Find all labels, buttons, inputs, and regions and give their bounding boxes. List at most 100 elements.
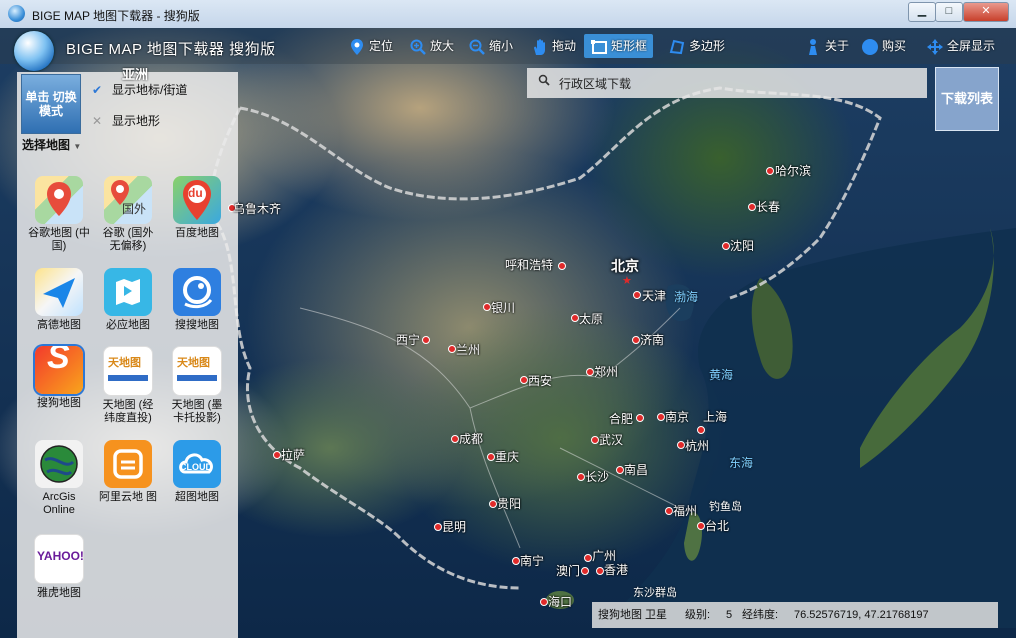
cross-icon: ✕: [92, 114, 103, 128]
sea-label: 东海: [729, 456, 754, 470]
tool-zoom-in[interactable]: 放大: [409, 34, 454, 58]
map-google-foreign[interactable]: 国外 谷歌 (国外 无偏移): [97, 176, 159, 253]
city-label: 拉萨: [281, 448, 306, 462]
city-label: 福州: [673, 504, 698, 518]
baidu-map-icon: du: [173, 176, 221, 224]
show-markers-checkbox[interactable]: ✔ 显示地标/街道: [92, 81, 187, 98]
city-label: 昆明: [442, 520, 467, 534]
city-label: 香港: [604, 563, 629, 577]
download-list-button[interactable]: 下载列表: [935, 67, 999, 131]
yahoo-maps-icon: YAHOO!: [34, 534, 84, 584]
sea-label: 黄海: [709, 368, 734, 382]
city-label: 哈尔滨: [775, 164, 812, 178]
sea-label: 钓鱼岛: [709, 501, 742, 513]
capital-star-icon: ★: [622, 275, 632, 287]
google-maps-icon: [35, 176, 83, 224]
map-soso[interactable]: 搜搜地图: [166, 268, 228, 332]
city-label: 长沙: [585, 470, 610, 484]
close-button[interactable]: ✕: [963, 2, 1009, 22]
map-amap[interactable]: 高德地图: [28, 268, 90, 332]
amap-icon: [35, 268, 83, 316]
tool-buy[interactable]: 购买: [861, 34, 906, 58]
map-arcgis[interactable]: ArcGis Online: [28, 440, 90, 517]
app-globe-icon: [8, 5, 25, 22]
location-pin-icon: [351, 38, 363, 55]
window-titlebar: BIGE MAP 地图下载器 - 搜狗版 ▁ □ ✕: [0, 0, 1016, 29]
tool-about[interactable]: 关于: [804, 34, 849, 58]
about-icon: [809, 38, 817, 55]
city-label: 上海: [703, 410, 728, 424]
sea-label: 东沙群岛: [633, 587, 677, 599]
status-bar: 搜狗地图 卫星 级别: 5 经纬度: 76.52576719, 47.21768…: [592, 602, 998, 628]
capital-label: 北京: [611, 258, 639, 274]
region-download-label[interactable]: 行政区域下载: [559, 75, 631, 92]
map-tianditu-mercator[interactable]: 天地图 天地图 (墨 卡托投影): [166, 346, 228, 425]
status-coord-value: 76.52576719, 47.21768197: [794, 609, 929, 621]
tool-pan[interactable]: 拖动: [531, 34, 576, 58]
city-label: 郑州: [594, 365, 619, 379]
status-map-name: 搜狗地图 卫星: [598, 609, 668, 621]
city-label: 南宁: [520, 554, 545, 568]
minimize-button[interactable]: ▁: [908, 2, 936, 22]
rectangle-select-icon: [591, 39, 607, 54]
status-level-value: 5: [726, 609, 733, 621]
tool-fullscreen[interactable]: 全屏显示: [926, 34, 995, 58]
tool-locate[interactable]: 定位: [348, 34, 393, 58]
map-aliyun[interactable]: 阿里云地 图: [97, 440, 159, 504]
search-icon: [538, 74, 550, 86]
map-yahoo[interactable]: YAHOO! 雅虎地图: [28, 534, 90, 600]
city-label: 沈阳: [730, 239, 755, 253]
map-bing[interactable]: 必应地图: [97, 268, 159, 332]
map-sogou[interactable]: S 搜狗地图: [28, 346, 90, 410]
city-label: 济南: [640, 333, 665, 347]
hand-icon: [534, 39, 545, 55]
tool-rectangle[interactable]: 矩形框: [584, 34, 654, 58]
city-label: 南京: [665, 410, 690, 424]
bing-map-icon: [104, 268, 152, 316]
show-terrain-checkbox[interactable]: ✕ 显示地形: [92, 112, 160, 129]
chevron-down-icon: ▼: [73, 142, 82, 151]
app-title: BIGE MAP 地图下载器 搜狗版: [66, 41, 276, 58]
select-map-dropdown[interactable]: 选择地图 ▼: [22, 136, 81, 153]
city-label: 杭州: [685, 439, 710, 453]
switch-mode-button[interactable]: 单击 切换模式: [21, 74, 81, 134]
logo-globe-icon: [14, 31, 54, 71]
supermap-cloud-icon: CLOUD: [173, 440, 221, 488]
tool-polygon[interactable]: 多边形: [668, 34, 725, 58]
city-label: 合肥: [609, 412, 634, 426]
map-tianditu-latlng[interactable]: 天地图 天地图 (经 纬度直投): [97, 346, 159, 425]
city-label: 乌鲁木齐: [233, 202, 282, 216]
status-coord-label: 经纬度:: [742, 609, 779, 621]
map-baidu[interactable]: du 百度地图: [166, 176, 228, 240]
city-label: 兰州: [456, 343, 481, 357]
city-label: 太原: [579, 312, 604, 326]
tianditu-icon: 天地图: [103, 346, 153, 396]
zoom-out-icon: [469, 39, 485, 55]
city-label: 台北: [705, 519, 730, 533]
city-label: 天津: [642, 289, 667, 303]
city-label: 西宁: [396, 333, 421, 347]
maximize-button[interactable]: □: [935, 2, 963, 22]
map-google-china[interactable]: 谷歌地图 (中国): [28, 176, 90, 253]
city-label: 海口: [548, 595, 573, 609]
tianditu-mercator-icon: 天地图: [172, 346, 222, 396]
polygon-icon: [669, 39, 685, 54]
google-maps-foreign-icon: 国外: [104, 176, 152, 224]
buy-icon: [862, 38, 878, 55]
soso-map-icon: [173, 268, 221, 316]
city-label: 成都: [459, 432, 484, 446]
city-label: 西安: [528, 374, 553, 388]
zoom-in-icon: [410, 39, 426, 55]
city-label: 呼和浩特: [505, 258, 554, 272]
city-label: 银川: [491, 301, 516, 315]
aliyun-map-icon: [104, 440, 152, 488]
arcgis-globe-icon: [35, 440, 83, 488]
tool-zoom-out[interactable]: 缩小: [468, 34, 513, 58]
city-label: 重庆: [495, 450, 520, 464]
sea-label: 渤海: [674, 290, 699, 304]
map-supermap[interactable]: CLOUD 超图地图: [166, 440, 228, 504]
window-title: BIGE MAP 地图下载器 - 搜狗版: [32, 9, 200, 23]
city-label: 长春: [756, 200, 781, 214]
status-level-label: 级别:: [685, 609, 711, 621]
city-label: 贵阳: [497, 497, 522, 511]
